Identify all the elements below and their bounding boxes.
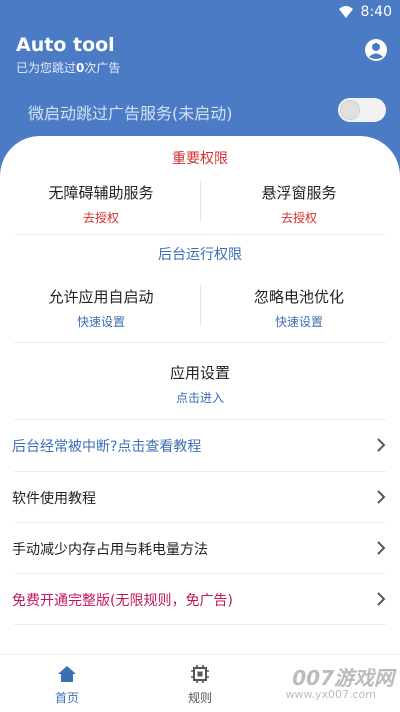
list-item-interrupt-tutorial[interactable]: 后台经常被中断?点击查看教程 [0,420,400,470]
service-toggle-row: 微启动跳过广告服务(未启动) [0,94,400,130]
skip-counter-suffix: 次广告 [84,61,121,75]
divider [200,284,201,326]
list-item-full-version[interactable]: 免费开通完整版(无限规则，免广告) [0,574,400,624]
watermark-url: www.yx007.com [285,688,376,701]
list-item-label: 软件使用教程 [12,491,96,507]
nav-home[interactable]: 首页 [27,655,107,706]
list-item-label: 手动减少内存占用与耗电量方法 [12,542,208,558]
overlay-service-cell[interactable]: 悬浮窗服务 去授权 [214,182,384,226]
app-title: Auto tool [16,34,115,56]
account-icon[interactable] [364,38,388,62]
service-toggle[interactable] [338,98,386,122]
autostart-quick-setting-link[interactable]: 快速设置 [16,313,186,330]
battery-quick-setting-link[interactable]: 快速设置 [214,313,384,330]
background-permissions-title: 后台运行权限 [158,247,242,263]
chevron-right-icon [377,490,386,504]
important-permissions-title: 重要权限 [172,151,228,167]
service-status-label: 微启动跳过广告服务(未启动) [28,104,233,123]
app-settings-label: 应用设置 [169,364,230,382]
overlay-authorize-link[interactable]: 去授权 [214,209,384,226]
list-item-reduce-memory[interactable]: 手动减少内存占用与耗电量方法 [0,523,400,573]
divider [200,180,201,222]
divider [14,624,386,625]
app-settings-cell[interactable]: 应用设置 点击进入 [115,362,285,406]
accessibility-authorize-link[interactable]: 去授权 [16,209,186,226]
battery-optimization-cell[interactable]: 忽略电池优化 快速设置 [214,286,384,330]
chevron-right-icon [377,592,386,606]
divider [14,234,386,235]
home-icon [58,666,76,682]
nav-rules[interactable]: 规则 [160,655,240,706]
toggle-knob [340,100,360,120]
wifi-icon [339,6,353,18]
app-header: Auto tool 已为您跳过0次广告 [0,24,400,94]
watermark: 007游戏网 [292,666,394,690]
autostart-cell[interactable]: 允许应用自启动 快速设置 [16,286,186,330]
status-bar: 8:40 [0,0,400,24]
overlay-service-label: 悬浮窗服务 [261,184,337,202]
accessibility-service-cell[interactable]: 无障碍辅助服务 去授权 [16,182,186,226]
autostart-label: 允许应用自启动 [48,288,154,306]
list-item-label: 后台经常被中断?点击查看教程 [12,439,202,455]
accessibility-service-label: 无障碍辅助服务 [48,184,154,202]
nav-rules-label: 规则 [187,691,212,705]
chevron-right-icon [377,438,386,452]
skip-counter: 已为您跳过0次广告 [16,59,120,76]
app-settings-enter-link[interactable]: 点击进入 [115,389,285,406]
list-item-usage-tutorial[interactable]: 软件使用教程 [0,472,400,522]
divider [14,342,386,343]
nav-home-label: 首页 [54,691,79,705]
battery-optimization-label: 忽略电池优化 [253,288,344,306]
chip-icon [191,665,209,683]
list-item-label: 免费开通完整版(无限规则，免广告) [12,593,233,609]
main-card: 重要权限 无障碍辅助服务 去授权 悬浮窗服务 去授权 后台运行权限 允许应用自启… [0,136,400,711]
chevron-right-icon [377,541,386,555]
clock: 8:40 [360,4,392,20]
skip-counter-prefix: 已为您跳过 [16,61,77,75]
